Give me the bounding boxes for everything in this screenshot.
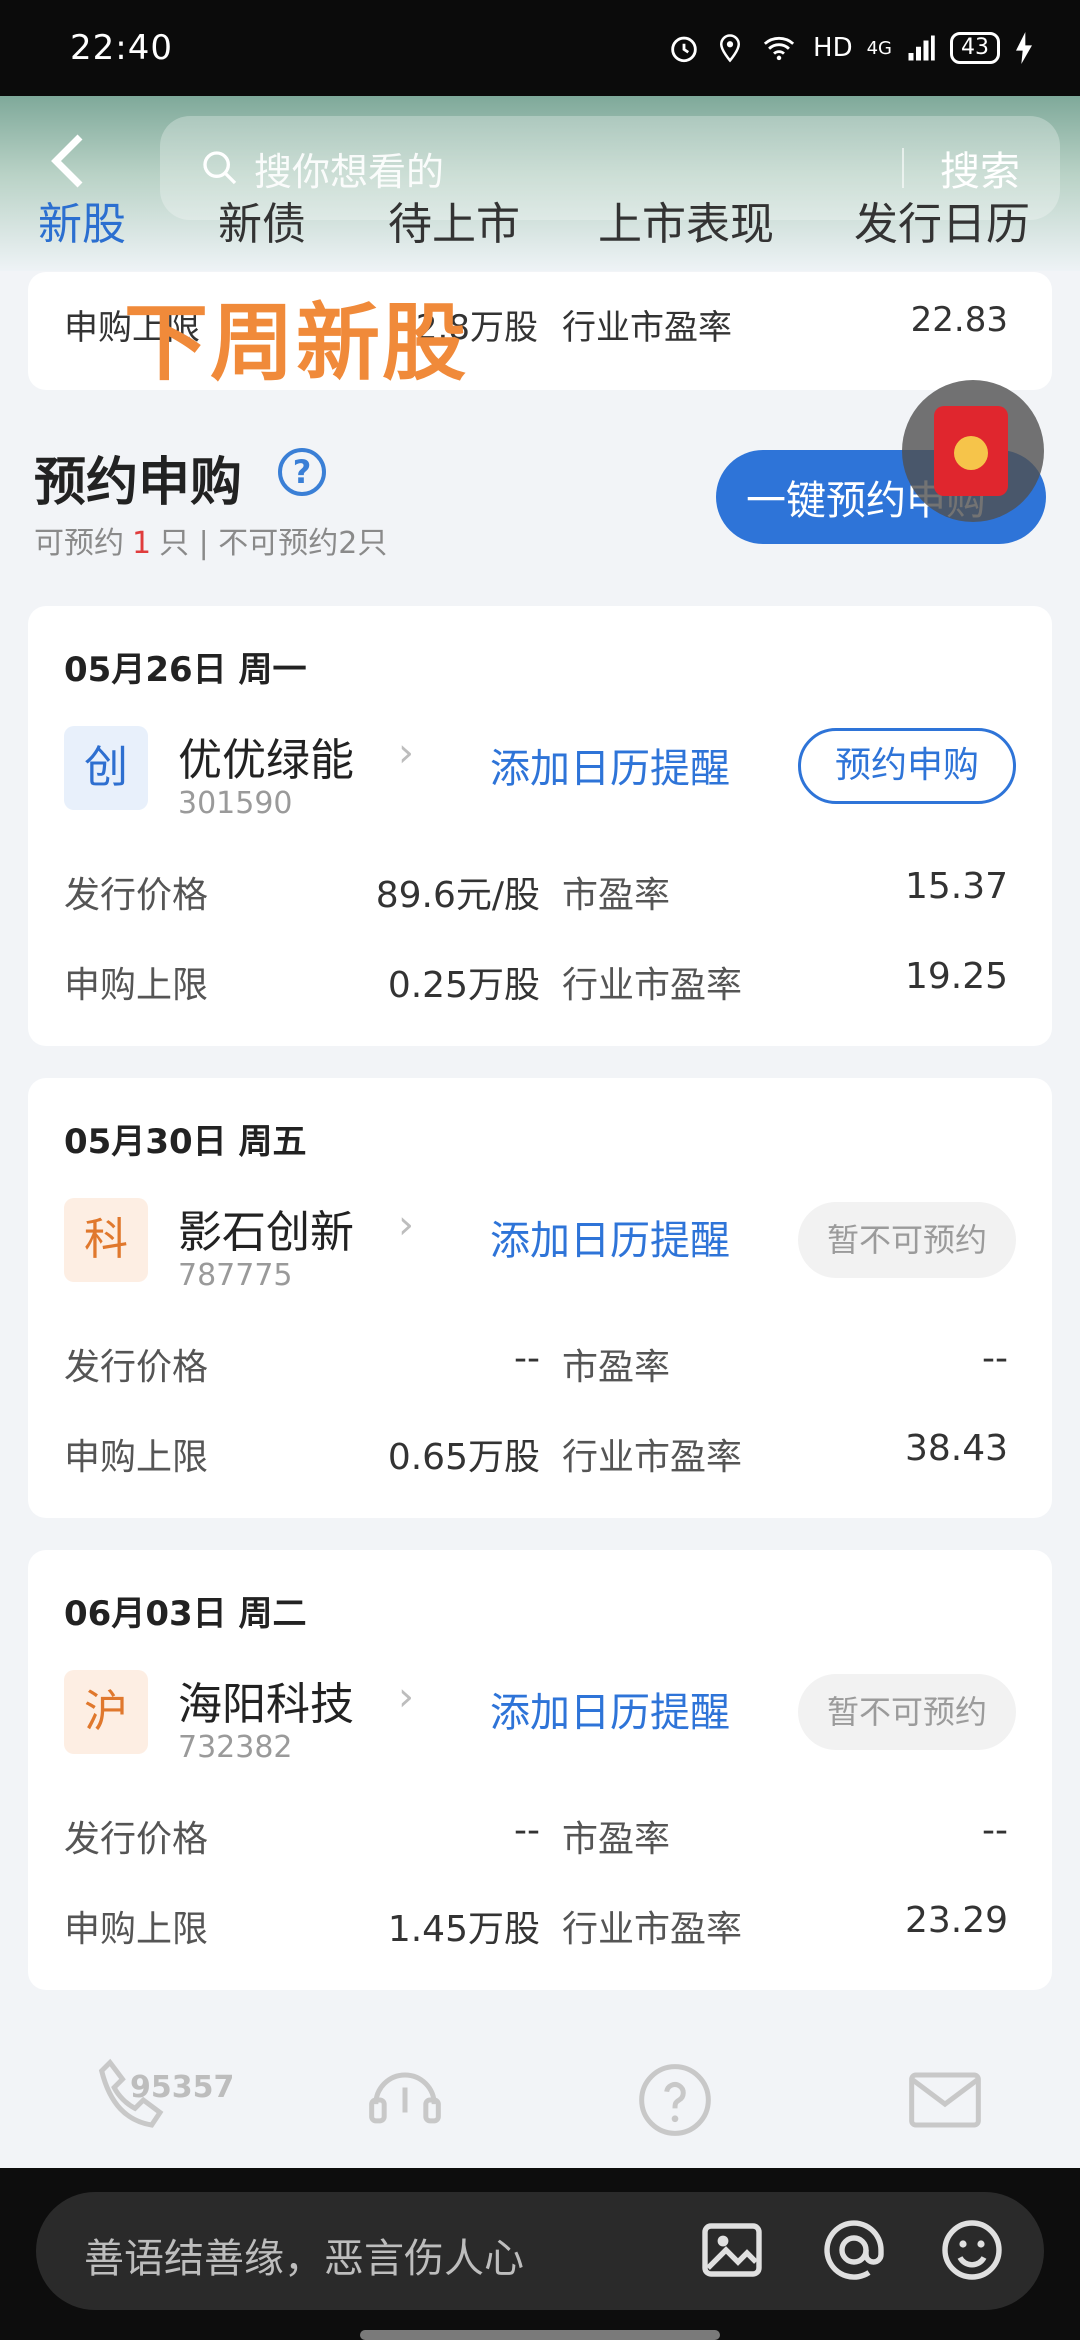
battery-indicator: 43 [950,32,1000,64]
reserve-subscribe-button[interactable]: 预约申购 [798,728,1016,804]
overlay-caption: 下周新股 [124,294,469,392]
tab-label: 新股 [38,199,126,250]
service-icon-row [0,2030,1080,2170]
charging-icon [1016,32,1032,64]
status-bar: 22:40 HD 4G 43 [0,0,1080,96]
tab-issue-calendar[interactable]: 发行日历 [854,188,1030,252]
subscription-date: 06月03日 周二 [64,1594,307,1634]
chevron-right-icon[interactable]: › [398,730,414,776]
status-time: 22:40 [70,28,173,68]
comment-input[interactable]: 善语结善缘，恶言伤人心 [36,2192,1044,2310]
stock-code: 732382 [178,1730,293,1765]
image-icon[interactable] [696,2214,768,2286]
network-label: HD [813,33,853,63]
industry-pe-value: 23.29 [904,1900,1008,1941]
available-count: 1 [132,526,152,561]
issue-price-value: -- [514,1810,540,1851]
location-icon [720,34,741,63]
tab-label: 新债 [218,199,306,250]
stock-name[interactable]: 影石创新 [178,1196,354,1260]
red-packet-floating-button[interactable] [902,380,1044,522]
add-calendar-reminder-link[interactable]: 添加日历提醒 [490,1208,730,1266]
stock-card: 06月03日 周二 沪 海阳科技 732382 › 添加日历提醒 暂不可预约 发… [28,1550,1052,1990]
limit-value: 0.65万股 [387,1437,540,1478]
alarm-icon [671,36,697,63]
phone-icon[interactable] [85,2050,185,2150]
section-title: 预约申购 [34,453,243,513]
industry-pe-label: 行业市盈率 [562,308,732,348]
subscription-date: 05月30日 周五 [64,1122,307,1162]
industry-pe-value: 38.43 [904,1428,1008,1469]
help-circle-icon[interactable] [625,2050,725,2150]
pe-value: 15.37 [904,866,1008,907]
reserve-unavailable-button[interactable]: 暂不可预约 [798,1202,1016,1278]
stock-code: 787775 [178,1258,293,1293]
tab-label: 发行日历 [854,199,1030,250]
add-calendar-reminder-link[interactable]: 添加日历提醒 [490,736,730,794]
board-badge: 科 [64,1198,148,1282]
status-icons: HD 4G 43 [667,31,1034,65]
pe-label: 市盈率 [562,1819,671,1860]
limit-label: 申购上限 [64,965,209,1006]
mail-icon[interactable] [895,2050,995,2150]
stock-code: 301590 [178,786,293,821]
limit-label: 申购上限 [64,1437,209,1478]
stock-card: 05月30日 周五 科 影石创新 787775 › 添加日历提醒 暂不可预约 发… [28,1078,1052,1518]
wifi-icon [763,36,795,61]
at-icon[interactable] [818,2214,890,2286]
limit-value: 1.45万股 [387,1909,540,1950]
home-indicator[interactable] [360,2330,720,2340]
available-prefix: 可预约 [34,526,124,561]
industry-pe-label: 行业市盈率 [562,1437,743,1478]
add-calendar-reminder-link[interactable]: 添加日历提醒 [490,1680,730,1738]
pe-label: 市盈率 [562,875,671,916]
comment-placeholder: 善语结善缘，恶言伤人心 [84,2236,524,2282]
pe-value: -- [982,1338,1008,1379]
stock-card: 05月26日 周一 创 优优绿能 301590 › 添加日历提醒 预约申购 发行… [28,606,1052,1046]
help-icon[interactable]: ? [278,448,326,496]
industry-pe-label: 行业市盈率 [562,965,743,1006]
industry-pe-label: 行业市盈率 [562,1909,743,1950]
subscription-date: 05月26日 周一 [64,650,307,690]
issue-price-label: 发行价格 [64,875,209,916]
signal-bars-icon [908,35,935,61]
tab-new-bonds[interactable]: 新债 [218,188,306,252]
emoji-icon[interactable] [936,2214,1008,2286]
comment-bar: 善语结善缘，恶言伤人心 [0,2168,1080,2340]
headset-icon[interactable] [355,2050,455,2150]
limit-value: 0.25万股 [387,965,540,1006]
issue-price-value: 89.6元/股 [375,875,540,916]
issue-price-label: 发行价格 [64,1819,209,1860]
chevron-right-icon[interactable]: › [398,1674,414,1720]
available-suffix: 只 | 不可预约2只 [159,526,388,561]
issue-price-value: -- [514,1338,540,1379]
coin-icon [954,436,988,470]
stock-name[interactable]: 优优绿能 [178,724,354,788]
issue-price-label: 发行价格 [64,1347,209,1388]
tab-label: 待上市 [388,199,520,250]
board-badge: 创 [64,726,148,810]
chevron-right-icon[interactable]: › [398,1202,414,1248]
stock-name[interactable]: 海阳科技 [178,1668,354,1732]
tab-label: 上市表现 [598,199,774,250]
tab-listing-performance[interactable]: 上市表现 [598,188,774,252]
limit-label: 申购上限 [64,1909,209,1950]
reserve-unavailable-button[interactable]: 暂不可预约 [798,1674,1016,1750]
industry-pe-value: 22.83 [910,300,1008,340]
industry-pe-value: 19.25 [904,956,1008,997]
tab-new-stocks[interactable]: 新股 [38,188,126,282]
tab-upcoming-listing[interactable]: 待上市 [388,188,520,252]
pe-label: 市盈率 [562,1347,671,1388]
pe-value: -- [982,1810,1008,1851]
signal-label: 4G [866,37,892,59]
reservation-summary: 可预约 1 只 | 不可预约2只 [34,518,387,562]
board-badge: 沪 [64,1670,148,1754]
tab-bar: 新股 新债 待上市 上市表现 发行日历 [0,170,1080,282]
